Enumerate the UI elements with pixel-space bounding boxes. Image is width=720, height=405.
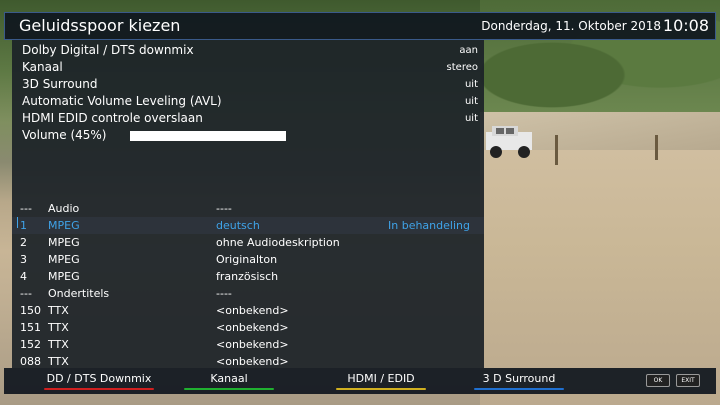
track-codec: MPEG (48, 219, 80, 232)
list-item[interactable]: 151 TTX <onbekend> (12, 319, 484, 336)
yellow-key-indicator (336, 388, 426, 390)
track-codec: MPEG (48, 253, 80, 266)
setting-label: Volume (45%) (22, 128, 107, 142)
footer-bar: DD / DTS Downmix Kanaal HDMI / EDID 3 D … (4, 368, 716, 394)
setting-3d-surround[interactable]: 3D Surround uit (22, 76, 478, 93)
setting-downmix[interactable]: Dolby Digital / DTS downmix aan (22, 42, 478, 59)
setting-avl[interactable]: Automatic Volume Leveling (AVL) uit (22, 93, 478, 110)
setting-value: uit (464, 113, 478, 124)
setting-label: Kanaal (22, 60, 63, 74)
button-label: HDMI / EDID (347, 372, 415, 385)
setting-label: HDMI EDID controle overslaan (22, 111, 203, 125)
blue-button-3d-surround[interactable]: 3 D Surround (474, 372, 564, 390)
background-sand (480, 150, 720, 405)
track-codec: Ondertitels (48, 287, 110, 300)
setting-label: Automatic Volume Leveling (AVL) (22, 94, 222, 108)
exit-key-icon[interactable]: EXIT (676, 374, 700, 387)
red-key-indicator (44, 388, 154, 390)
track-language: <onbekend> (216, 304, 289, 317)
track-number: --- (20, 287, 32, 300)
yellow-button-hdmi-edid[interactable]: HDMI / EDID (336, 372, 426, 390)
track-number: 150 (20, 304, 41, 317)
track-language: deutsch (216, 219, 260, 232)
jeep-image (486, 126, 532, 158)
track-language: ohne Audiodeskription (216, 236, 340, 249)
track-number: 3 (20, 253, 27, 266)
red-button-downmix[interactable]: DD / DTS Downmix (44, 372, 154, 390)
track-number: 2 (20, 236, 27, 249)
background-post (555, 135, 558, 165)
track-language: französisch (216, 270, 279, 283)
button-label: 3 D Surround (482, 372, 556, 385)
list-item: --- Audio ---- (12, 200, 484, 217)
track-language: ---- (216, 287, 232, 300)
track-list: --- Audio ---- 1 MPEG deutsch In behande… (12, 200, 484, 370)
list-item[interactable]: 4 MPEG französisch (12, 268, 484, 285)
green-button-channel[interactable]: Kanaal (184, 372, 274, 390)
clock: 10:08 (662, 16, 709, 35)
track-language: <onbekend> (216, 338, 289, 351)
setting-label: 3D Surround (22, 77, 98, 91)
track-status: In behandeling (388, 219, 470, 232)
track-codec: TTX (48, 321, 69, 334)
track-language: Originalton (216, 253, 278, 266)
settings-list: Dolby Digital / DTS downmix aan Kanaal s… (22, 42, 478, 144)
list-item: --- Ondertitels ---- (12, 285, 484, 302)
track-number: 151 (20, 321, 41, 334)
track-number: 152 (20, 338, 41, 351)
track-codec: MPEG (48, 236, 80, 249)
button-label: Kanaal (210, 372, 248, 385)
button-label: DD / DTS Downmix (46, 372, 152, 385)
list-item[interactable]: 152 TTX <onbekend> (12, 336, 484, 353)
track-codec: MPEG (48, 270, 80, 283)
selection-cursor (17, 217, 18, 228)
track-language: <onbekend> (216, 321, 289, 334)
header-bar: Geluidsspoor kiezen Donderdag, 11. Oktob… (4, 12, 716, 40)
background-post (655, 135, 658, 160)
ok-key-icon[interactable]: OK (646, 374, 670, 387)
page-title: Geluidsspoor kiezen (19, 16, 181, 35)
track-number: 1 (20, 219, 27, 232)
setting-value: uit (464, 79, 478, 90)
setting-value: uit (464, 96, 478, 107)
audio-panel: Dolby Digital / DTS downmix aan Kanaal s… (12, 40, 484, 368)
volume-slider[interactable] (130, 131, 286, 141)
track-number: 4 (20, 270, 27, 283)
list-item[interactable]: 3 MPEG Originalton (12, 251, 484, 268)
list-item[interactable]: 150 TTX <onbekend> (12, 302, 484, 319)
track-language: ---- (216, 202, 232, 215)
setting-hdmi-edid[interactable]: HDMI EDID controle overslaan uit (22, 110, 478, 127)
track-codec: TTX (48, 338, 69, 351)
blue-key-indicator (474, 388, 564, 390)
list-item-selected[interactable]: 1 MPEG deutsch In behandeling (12, 217, 484, 234)
track-codec: TTX (48, 304, 69, 317)
track-codec: Audio (48, 202, 80, 215)
setting-value: stereo (446, 62, 478, 73)
setting-value: aan (459, 45, 478, 56)
setting-channel[interactable]: Kanaal stereo (22, 59, 478, 76)
track-number: --- (20, 202, 32, 215)
list-item[interactable]: 2 MPEG ohne Audiodeskription (12, 234, 484, 251)
setting-volume[interactable]: Volume (45%) (22, 127, 478, 144)
setting-label: Dolby Digital / DTS downmix (22, 43, 194, 57)
green-key-indicator (184, 388, 274, 390)
date-label: Donderdag, 11. Oktober 2018 (481, 19, 661, 33)
